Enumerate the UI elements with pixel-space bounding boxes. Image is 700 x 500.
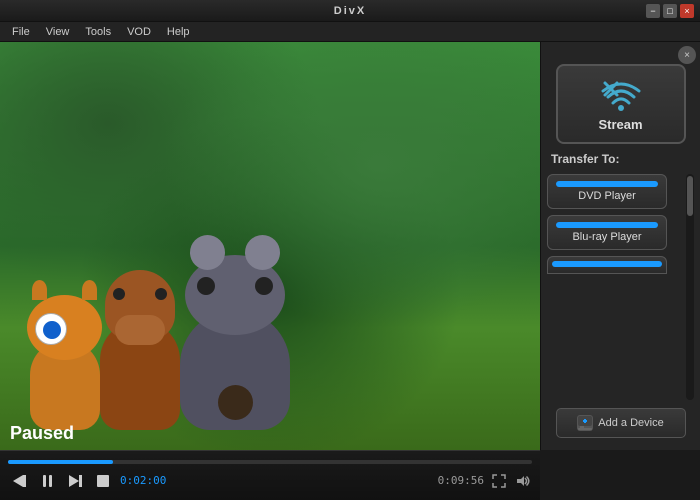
rat-head (185, 255, 285, 335)
rewind-icon (13, 475, 26, 487)
window-controls: − □ × (646, 4, 694, 18)
rat-eye-left (197, 277, 215, 295)
moose-snout (115, 315, 165, 345)
squirrel-ear-right (82, 280, 97, 300)
progress-fill (8, 460, 113, 464)
close-button[interactable]: × (680, 4, 694, 18)
menu-tools[interactable]: Tools (77, 22, 119, 41)
menu-help[interactable]: Help (159, 22, 198, 41)
app-title: DivX (334, 5, 366, 17)
menu-vod[interactable]: VOD (119, 22, 159, 41)
pause-bar-right (49, 475, 52, 487)
moose-eye-left (113, 288, 125, 300)
menu-view[interactable]: View (38, 22, 78, 41)
paused-status: Paused (0, 417, 84, 450)
add-device-icon (577, 415, 593, 431)
time-total: 0:09:56 (438, 474, 484, 487)
moose-eye-right (155, 288, 167, 300)
pause-bar-left (43, 475, 46, 487)
characters-overlay (0, 42, 540, 450)
play-pause-button[interactable] (36, 470, 58, 492)
dvd-player-button[interactable]: DVD Player (547, 174, 667, 209)
bluray-player-button[interactable]: Blu-ray Player (547, 215, 667, 250)
pause-icon (43, 475, 52, 487)
maximize-button[interactable]: □ (663, 4, 677, 18)
panel-close-button[interactable]: × (678, 46, 696, 64)
panel-scroll-thumb (687, 176, 693, 216)
progress-bar[interactable] (8, 460, 532, 464)
right-panel: × Stream Transfer To: (540, 42, 700, 450)
fastforward-button[interactable] (64, 470, 86, 492)
controls-right: 0:09:56 (438, 472, 532, 490)
video-area: Paused (0, 42, 540, 450)
transfer-to-label: Transfer To: (551, 152, 619, 166)
rewind-button[interactable] (8, 470, 30, 492)
controls-row: 0:02:00 0:09:56 (8, 470, 532, 492)
rat-ear-right (245, 235, 280, 270)
moose-head (105, 270, 175, 340)
squirrel-head (27, 295, 102, 360)
menu-file[interactable]: File (4, 22, 38, 41)
device-scroll-area: DVD Player Blu-ray Player (547, 174, 694, 400)
bluray-player-label: Blu-ray Player (556, 231, 658, 243)
add-device-button[interactable]: Add a Device (556, 408, 686, 438)
main-content: Paused × Stream Transfer To: (0, 42, 700, 450)
panel-scrollbar[interactable] (686, 174, 694, 400)
rat-nut (218, 385, 253, 420)
rat-ear-left (190, 235, 225, 270)
stream-icon (599, 77, 643, 111)
stream-button[interactable]: Stream (556, 64, 686, 144)
video-frame: Paused (0, 42, 540, 450)
stop-icon (97, 475, 109, 487)
stream-button-label: Stream (598, 117, 642, 132)
title-bar: DivX − □ × (0, 0, 700, 22)
device-list: DVD Player Blu-ray Player (547, 174, 686, 400)
fullscreen-button[interactable] (490, 472, 508, 490)
volume-button[interactable] (514, 472, 532, 490)
dvd-bar (556, 181, 658, 187)
controls-bar: 0:02:00 0:09:56 (0, 450, 540, 500)
minimize-button[interactable]: − (646, 4, 660, 18)
rat-eye-right (255, 277, 273, 295)
stop-button[interactable] (92, 470, 114, 492)
menu-bar: File View Tools VOD Help (0, 22, 700, 42)
partial-device-bar (552, 261, 662, 267)
squirrel-ear-left (32, 280, 47, 300)
squirrel-eye (35, 313, 67, 345)
rat-character (180, 310, 290, 430)
rat-body (180, 310, 290, 430)
moose-character (100, 320, 180, 430)
fastforward-icon (69, 475, 82, 487)
bluray-bar (556, 222, 658, 228)
dvd-player-label: DVD Player (556, 190, 658, 202)
time-current: 0:02:00 (120, 474, 166, 487)
partial-device-button (547, 256, 667, 274)
add-device-label: Add a Device (598, 417, 663, 429)
moose-body (100, 320, 180, 430)
